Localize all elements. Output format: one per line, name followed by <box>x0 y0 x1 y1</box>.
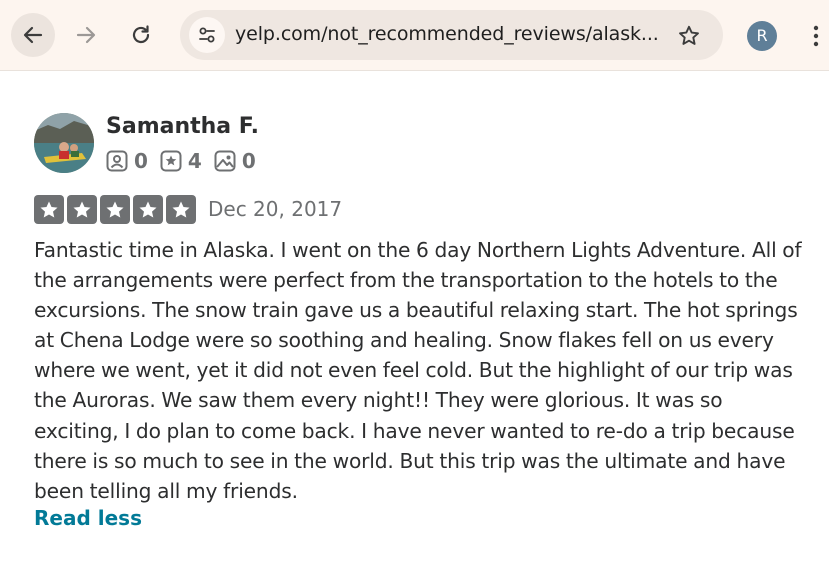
site-info-button[interactable] <box>189 17 225 53</box>
forward-arrow-icon <box>76 26 96 44</box>
browser-menu-button[interactable] <box>804 22 828 50</box>
read-less-link[interactable]: Read less <box>34 506 142 530</box>
reviews-stat: 4 <box>160 149 202 173</box>
rating-star-5 <box>166 195 196 224</box>
friends-count: 0 <box>134 149 148 173</box>
rating-star-4 <box>133 195 163 224</box>
bookmark-star-icon <box>679 25 699 45</box>
review-star-icon <box>160 150 182 172</box>
star-rating <box>34 195 196 224</box>
profile-avatar[interactable]: R <box>747 21 777 51</box>
photo-icon <box>214 150 236 172</box>
user-stats: 0 4 0 <box>106 148 268 174</box>
user-photo <box>34 113 94 173</box>
back-button[interactable] <box>11 13 55 57</box>
user-avatar[interactable] <box>34 113 94 173</box>
forward-button[interactable] <box>64 13 108 57</box>
reload-button[interactable] <box>119 13 163 57</box>
bookmark-button[interactable] <box>676 23 702 49</box>
review-text: Fantastic time in Alaska. I went on the … <box>34 238 802 503</box>
friends-icon <box>106 150 128 172</box>
star-icon <box>106 201 124 217</box>
rating-star-2 <box>67 195 97 224</box>
photos-count: 0 <box>241 149 256 173</box>
reload-icon <box>132 25 150 44</box>
star-icon <box>40 201 58 217</box>
friends-stat: 0 <box>106 149 148 173</box>
rating-star-3 <box>100 195 130 224</box>
url-text[interactable]: yelp.com/not_recommended_reviews/alask..… <box>235 23 659 45</box>
user-name[interactable]: Samantha F. <box>106 114 259 139</box>
photos-stat: 0 <box>214 149 256 173</box>
kebab-menu-icon <box>813 25 819 47</box>
star-icon <box>139 201 157 217</box>
rating-star-1 <box>34 195 64 224</box>
review-date: Dec 20, 2017 <box>208 197 343 221</box>
address-bar[interactable]: yelp.com/not_recommended_reviews/alask..… <box>180 10 723 60</box>
star-icon <box>73 201 91 217</box>
browser-toolbar: yelp.com/not_recommended_reviews/alask..… <box>0 0 829 71</box>
back-arrow-icon <box>23 26 43 44</box>
reviews-count: 4 <box>187 149 202 173</box>
star-icon <box>172 201 190 217</box>
site-info-icon <box>199 27 215 43</box>
